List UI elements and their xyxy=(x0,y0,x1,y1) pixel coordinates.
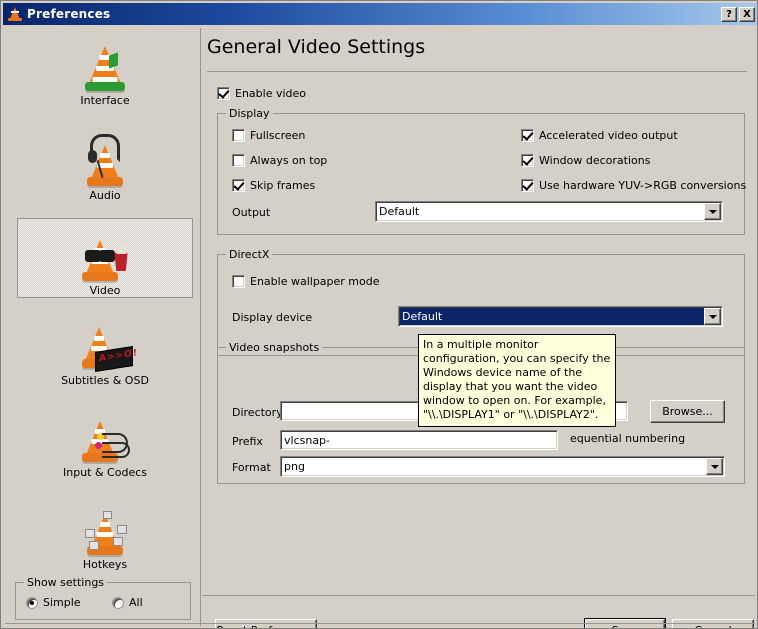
radio-all-indicator xyxy=(112,596,124,609)
enable-video-indicator xyxy=(217,87,230,100)
sidebar-item-video[interactable]: Video xyxy=(17,218,193,298)
chevron-down-icon[interactable] xyxy=(706,458,723,475)
skip-frames-checkbox[interactable]: Skip frames xyxy=(232,179,315,192)
vlc-cone-popcorn-glasses-icon xyxy=(73,225,137,283)
help-button[interactable]: ? xyxy=(721,6,737,22)
display-device-value: Default xyxy=(402,310,443,323)
sidebar-item-label: Subtitles & OSD xyxy=(61,374,149,387)
close-icon[interactable]: X xyxy=(739,6,755,22)
window-decorations-indicator xyxy=(521,154,534,167)
window-decorations-checkbox[interactable]: Window decorations xyxy=(521,154,650,167)
radio-all-label: All xyxy=(129,596,143,609)
radio-simple-indicator xyxy=(26,596,38,609)
directx-group-title: DirectX xyxy=(226,248,273,261)
preferences-window: Preferences ? X Interface Audio Video A>… xyxy=(0,0,758,629)
chevron-down-icon[interactable] xyxy=(704,308,721,325)
sidebar-item-label: Interface xyxy=(80,94,130,107)
window-title: Preferences xyxy=(27,7,111,21)
always-on-top-indicator xyxy=(232,154,245,167)
output-select[interactable]: Default xyxy=(375,201,723,222)
radio-all[interactable]: All xyxy=(112,596,143,609)
sidebar: Interface Audio Video A>>O! Subtitles & … xyxy=(5,28,201,626)
vlc-cone-keys-icon xyxy=(73,499,137,557)
title-bar: Preferences ? X xyxy=(3,3,757,25)
window-decorations-label: Window decorations xyxy=(539,154,651,167)
skip-frames-indicator xyxy=(232,179,245,192)
sidebar-item-label: Video xyxy=(89,284,121,297)
enable-video-label: Enable video xyxy=(235,87,307,100)
hardware-yuv-rgb-checkbox[interactable]: Use hardware YUV->RGB conversions xyxy=(521,179,746,192)
always-on-top-checkbox[interactable]: Always on top xyxy=(232,154,327,167)
sidebar-item-label: Input & Codecs xyxy=(63,466,147,479)
enable-wallpaper-mode-checkbox[interactable]: Enable wallpaper mode xyxy=(232,275,380,288)
sidebar-item-input-codecs[interactable]: Input & Codecs xyxy=(17,403,193,479)
sidebar-item-interface[interactable]: Interface xyxy=(17,31,193,107)
footer-divider xyxy=(202,595,755,596)
vlc-cone-subtitle-banner-icon: A>>O! xyxy=(73,315,138,373)
accelerated-video-output-label: Accelerated video output xyxy=(539,129,678,142)
radio-simple[interactable]: Simple xyxy=(26,596,81,609)
display-device-label: Display device xyxy=(232,311,313,324)
sequential-numbering-checkbox[interactable]: equential numbering xyxy=(570,432,685,445)
enable-wallpaper-mode-indicator xyxy=(232,275,245,288)
vlc-cone-icon xyxy=(7,6,23,22)
format-label: Format xyxy=(232,461,271,474)
hardware-yuv-rgb-indicator xyxy=(521,179,534,192)
sidebar-item-subtitles-osd[interactable]: A>>O! Subtitles & OSD xyxy=(17,311,193,387)
sidebar-item-label: Hotkeys xyxy=(82,558,128,571)
vlc-cone-headphones-icon xyxy=(73,130,137,188)
output-value: Default xyxy=(379,205,420,218)
tooltip-display-device: In a multiple monitor configuration, you… xyxy=(418,334,616,427)
sidebar-item-hotkeys[interactable]: Hotkeys xyxy=(17,495,193,571)
chevron-down-icon[interactable] xyxy=(704,203,721,220)
fullscreen-indicator xyxy=(232,129,245,142)
sidebar-item-audio[interactable]: Audio xyxy=(17,126,193,202)
title-divider xyxy=(207,71,747,72)
video-snapshots-group-title: Video snapshots xyxy=(226,341,323,354)
format-select[interactable]: png xyxy=(280,456,725,477)
vlc-cone-cables-icon xyxy=(73,407,137,465)
output-label: Output xyxy=(232,206,271,219)
page-title: General Video Settings xyxy=(207,36,426,58)
hardware-yuv-rgb-label: Use hardware YUV->RGB conversions xyxy=(539,179,747,192)
directory-label: Directory xyxy=(232,406,283,419)
enable-wallpaper-mode-label: Enable wallpaper mode xyxy=(250,275,380,288)
display-device-select[interactable]: Default xyxy=(398,306,723,327)
sequential-numbering-label: equential numbering xyxy=(570,432,686,445)
enable-video-checkbox[interactable]: Enable video xyxy=(217,87,306,100)
prefix-label: Prefix xyxy=(232,435,263,448)
show-settings-title: Show settings xyxy=(24,576,108,589)
browse-button[interactable]: Browse... xyxy=(650,400,725,423)
always-on-top-label: Always on top xyxy=(250,154,328,167)
main-panel: General Video Settings Enable video Disp… xyxy=(202,28,755,628)
radio-simple-label: Simple xyxy=(43,596,81,609)
vlc-cone-interface-icon xyxy=(73,35,137,93)
status-bar xyxy=(5,623,755,626)
accelerated-video-output-checkbox[interactable]: Accelerated video output xyxy=(521,129,678,142)
skip-frames-label: Skip frames xyxy=(250,179,316,192)
display-group-title: Display xyxy=(226,107,273,120)
fullscreen-label: Fullscreen xyxy=(250,129,306,142)
display-group: Display Fullscreen Always on top Skip fr… xyxy=(217,107,746,235)
show-settings-group: Show settings Simple All xyxy=(15,576,191,620)
prefix-input[interactable]: vlcsnap- xyxy=(280,430,558,450)
accelerated-video-output-indicator xyxy=(521,129,534,142)
sidebar-item-label: Audio xyxy=(89,189,121,202)
format-value: png xyxy=(284,460,305,473)
fullscreen-checkbox[interactable]: Fullscreen xyxy=(232,129,305,142)
